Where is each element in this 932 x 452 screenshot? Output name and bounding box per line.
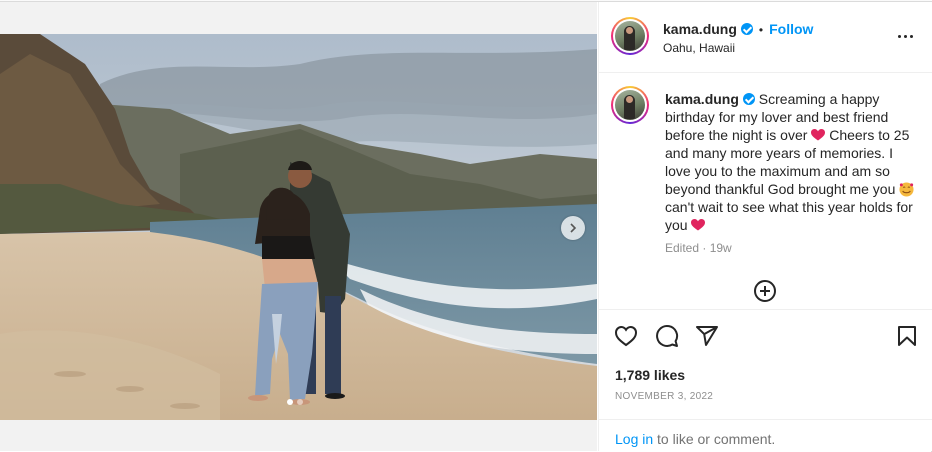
media-pane: [0, 2, 597, 451]
share-icon[interactable]: [695, 324, 719, 348]
username-link[interactable]: kama.dung: [663, 21, 737, 37]
more-options-icon-dot: [909, 34, 913, 38]
more-options-icon: [897, 34, 901, 38]
carousel-indicator: [287, 399, 303, 405]
avatar-image: [615, 21, 645, 51]
verified-badge-icon: [742, 93, 755, 105]
separator-dot: •: [758, 23, 764, 37]
caption-meta: Edited · 19w: [665, 241, 732, 255]
add-circle-icon[interactable]: [753, 279, 777, 303]
login-prompt: Log in to like or comment.: [599, 419, 932, 452]
avatar-face: [626, 96, 633, 103]
edited-label: Edited: [665, 241, 700, 255]
avatar-image: [615, 90, 645, 120]
carousel-next-button[interactable]: [561, 216, 585, 240]
post-date[interactable]: NOVEMBER 3, 2022: [615, 391, 713, 402]
avatar[interactable]: [611, 17, 649, 55]
carousel-dot-active: [287, 399, 293, 405]
red-heart-emoji: [811, 129, 826, 141]
post-actions-bar: [599, 309, 932, 350]
beach-couple-photo: [0, 34, 597, 420]
chevron-right-icon: [570, 223, 577, 233]
login-prompt-text: Log in to like or comment.: [615, 431, 775, 447]
post-time-ago[interactable]: 19w: [710, 241, 732, 255]
more-options-button[interactable]: [895, 26, 915, 46]
header-name-line: kama.dung • Follow: [663, 21, 813, 37]
avatar-face: [626, 27, 633, 34]
login-link[interactable]: Log in: [615, 431, 653, 447]
caption-section: kama.dung Screaming a happy birthday for…: [599, 73, 932, 309]
follow-button[interactable]: Follow: [769, 21, 813, 37]
post-photo[interactable]: [0, 34, 597, 420]
caption-avatar[interactable]: [611, 86, 649, 124]
smiling-face-with-hearts-emoji: [899, 182, 914, 197]
location-link[interactable]: Oahu, Hawaii: [663, 41, 735, 55]
likes-count[interactable]: 1,789 likes: [615, 367, 685, 383]
heart-icon[interactable]: [614, 324, 638, 348]
red-heart-emoji: [691, 219, 706, 231]
more-options-icon-dot: [903, 34, 907, 38]
login-prompt-suffix: to like or comment.: [657, 431, 776, 447]
comment-icon[interactable]: [655, 324, 679, 348]
verified-badge-icon: [740, 23, 753, 35]
avatar-border: [613, 88, 647, 122]
post-header: kama.dung • Follow Oahu, Hawaii: [599, 2, 932, 73]
post-caption: kama.dung Screaming a happy birthday for…: [665, 90, 915, 234]
post-details-panel: kama.dung • Follow Oahu, Hawaii kama.dung …: [598, 2, 932, 451]
caption-username-link[interactable]: kama.dung: [665, 91, 739, 107]
avatar-border: [613, 19, 647, 53]
carousel-dot: [297, 399, 303, 405]
bookmark-icon[interactable]: [895, 324, 919, 348]
